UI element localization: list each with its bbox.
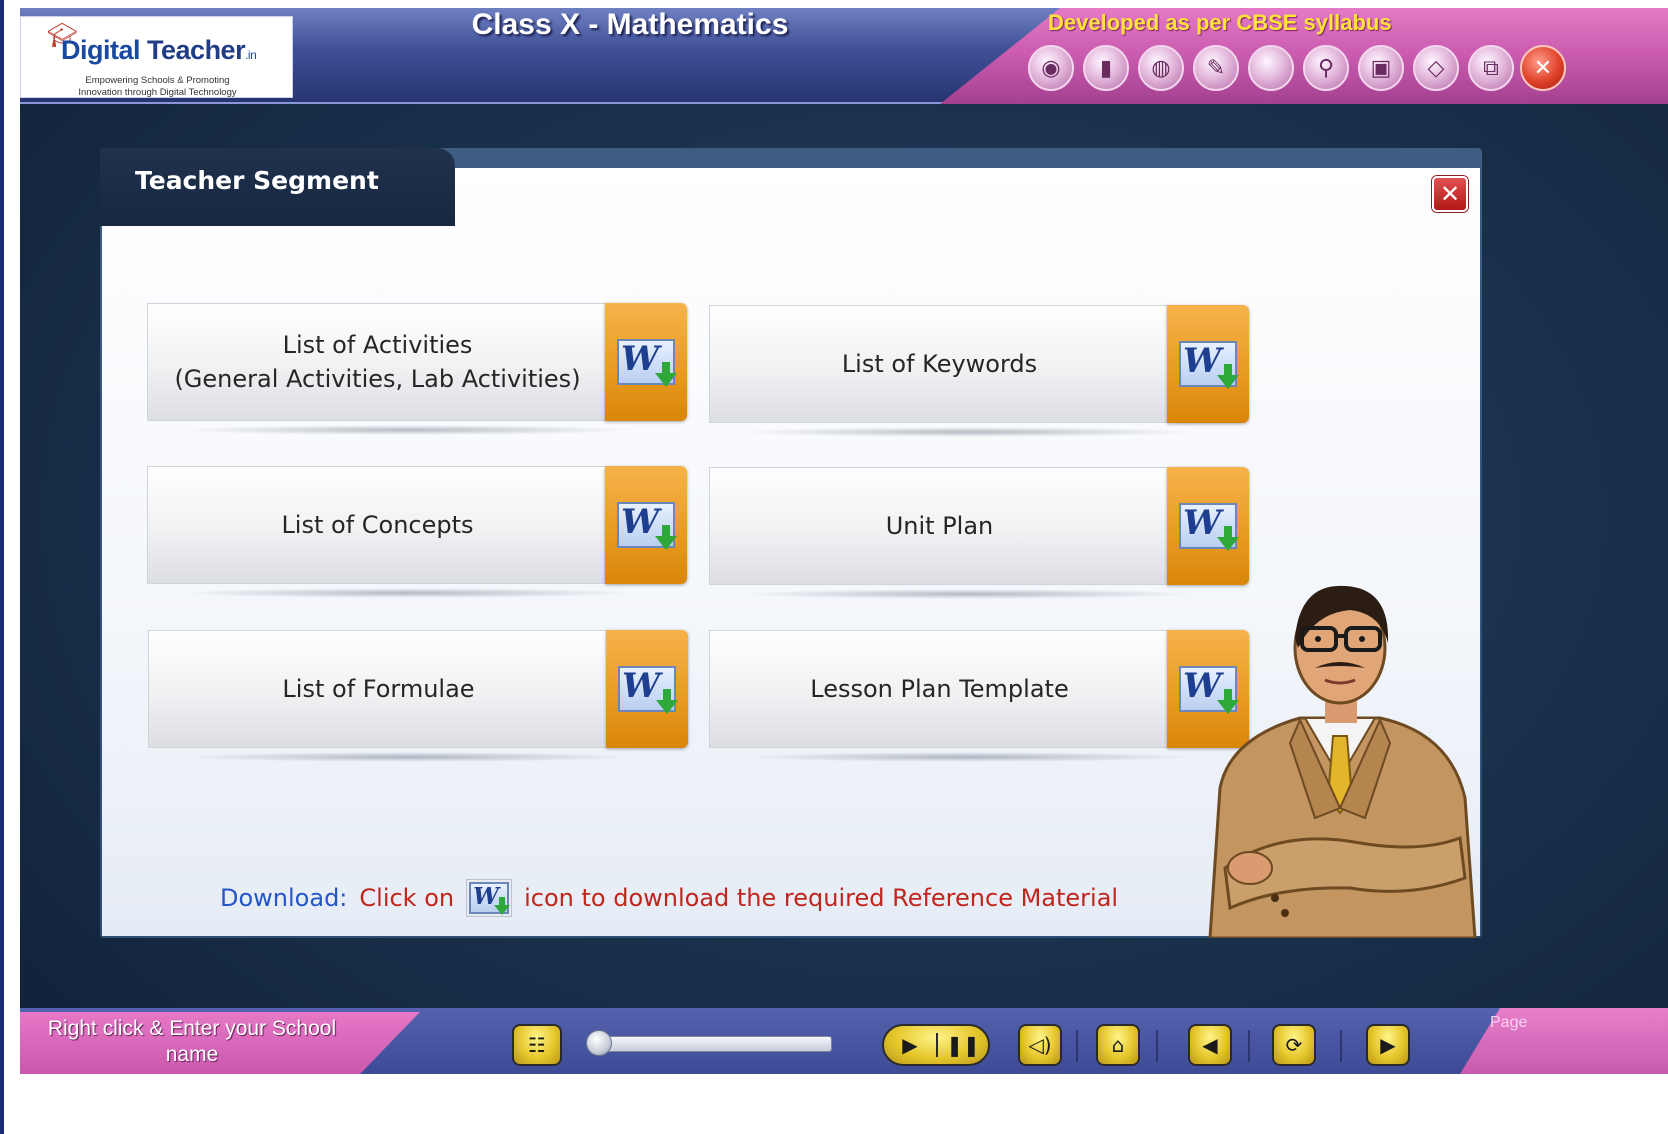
logo-tagline-2: Innovation through Digital Technology <box>78 87 237 98</box>
dictionary-icon[interactable]: ▣ <box>1358 45 1404 91</box>
logo: 🎓︎ Digital Teacher.in Empowering Schools… <box>20 16 293 98</box>
resource-label[interactable]: List of Formulae <box>148 630 608 748</box>
download-button[interactable]: W <box>605 303 687 421</box>
download-button[interactable]: W <box>1167 305 1249 423</box>
close-icon[interactable]: ✕ <box>1520 45 1566 91</box>
seek-bar[interactable] <box>596 1036 832 1052</box>
resource-label[interactable]: Unit Plan <box>709 467 1169 585</box>
logo-brand-digital: Digital <box>61 35 141 65</box>
button-shadow <box>177 588 637 598</box>
window-icon[interactable]: ⧉ <box>1468 45 1514 91</box>
previous-icon[interactable]: ◀ <box>1188 1024 1232 1066</box>
blank-icon[interactable] <box>1248 45 1294 91</box>
logo-brand-domain: .in <box>245 48 257 62</box>
teacher-illustration <box>1208 585 1477 938</box>
notepad-icon[interactable]: ✎ <box>1193 45 1239 91</box>
word-download-icon: W <box>1179 503 1239 551</box>
header-bar: 🎓︎ Digital Teacher.in Empowering Schools… <box>20 8 1668 104</box>
resource-list-of-keywords[interactable]: List of Keywords W <box>709 305 1249 437</box>
camera-icon[interactable]: ◉ <box>1028 45 1074 91</box>
resource-label-line-2: (General Activities, Lab Activities) <box>174 365 581 393</box>
play-icon[interactable]: ▶ <box>884 1033 936 1057</box>
next-icon[interactable]: ▶ <box>1366 1024 1410 1066</box>
download-note-label: Download: <box>220 884 348 912</box>
stage: 🎓︎ Digital Teacher.in Empowering Schools… <box>20 8 1668 1134</box>
resource-list-of-formulae[interactable]: List of Formulae W <box>148 630 688 762</box>
refresh-icon[interactable]: ⟳ <box>1272 1024 1316 1066</box>
control-separator <box>1248 1030 1250 1062</box>
home-icon[interactable]: ⌂ <box>1096 1024 1140 1066</box>
resource-list-of-concepts[interactable]: List of Concepts W <box>147 466 687 598</box>
logo-brand-teacher: Teacher <box>147 35 246 65</box>
resource-list-of-activities[interactable]: List of Activities (General Activities, L… <box>147 303 687 435</box>
download-button[interactable]: W <box>605 466 687 584</box>
resource-lesson-plan-template[interactable]: Lesson Plan Template W <box>709 630 1249 762</box>
resource-label[interactable]: List of Concepts <box>147 466 607 584</box>
bottom-margin <box>20 1074 1668 1134</box>
app-title: Class X - Mathematics <box>471 8 789 41</box>
tree-icon[interactable]: ☷ <box>512 1024 562 1066</box>
school-name-prompt[interactable]: Right click & Enter your School name <box>24 1016 360 1068</box>
resource-label[interactable]: Lesson Plan Template <box>709 630 1169 748</box>
logo-brand: Digital Teacher.in <box>61 35 257 66</box>
page-label: Page <box>1490 1014 1528 1031</box>
word-download-icon: W <box>618 666 678 714</box>
resource-label[interactable]: List of Keywords <box>709 305 1169 423</box>
download-button[interactable]: W <box>606 630 688 748</box>
button-shadow <box>178 752 638 762</box>
download-instruction: Download: Click on W icon to download th… <box>220 878 1118 918</box>
cbse-note: Developed as per CBSE syllabus <box>1048 10 1392 35</box>
control-separator <box>1076 1030 1078 1062</box>
book-icon[interactable]: ▮ <box>1083 45 1129 91</box>
left-edge-rule <box>0 0 4 1134</box>
panel-title: Teacher Segment <box>135 166 379 195</box>
disc-icon[interactable]: ◍ <box>1138 45 1184 91</box>
eraser-icon[interactable]: ◇ <box>1413 45 1459 91</box>
control-separator <box>1340 1030 1342 1062</box>
play-pause-group: ▶ ❚❚ <box>882 1024 990 1066</box>
word-download-icon: W <box>617 502 677 550</box>
button-shadow <box>739 427 1199 437</box>
word-download-icon: W <box>466 879 513 917</box>
search-icon[interactable]: ⚲ <box>1303 45 1349 91</box>
download-note-before-icon: Click on <box>359 884 455 912</box>
volume-icon[interactable]: ◁) <box>1018 1024 1062 1066</box>
download-note-after-icon: icon to download the required Reference … <box>524 884 1119 912</box>
panel-close-button[interactable]: ✕ <box>1432 176 1468 212</box>
word-download-icon: W <box>1179 341 1239 389</box>
word-download-icon: W <box>617 339 677 387</box>
resource-label[interactable]: List of Activities (General Activities, L… <box>147 303 607 421</box>
logo-tagline-1: Empowering Schools & Promoting <box>85 75 230 86</box>
control-separator <box>1156 1030 1158 1062</box>
resource-unit-plan[interactable]: Unit Plan W <box>709 467 1249 599</box>
button-shadow <box>177 425 637 435</box>
seek-handle[interactable] <box>586 1030 612 1056</box>
resource-label-line-1: List of Activities <box>282 331 473 359</box>
button-shadow <box>739 752 1199 762</box>
button-shadow <box>739 589 1199 599</box>
pause-icon[interactable]: ❚❚ <box>936 1033 988 1057</box>
app-window: 🎓︎ Digital Teacher.in Empowering Schools… <box>0 0 1668 1134</box>
